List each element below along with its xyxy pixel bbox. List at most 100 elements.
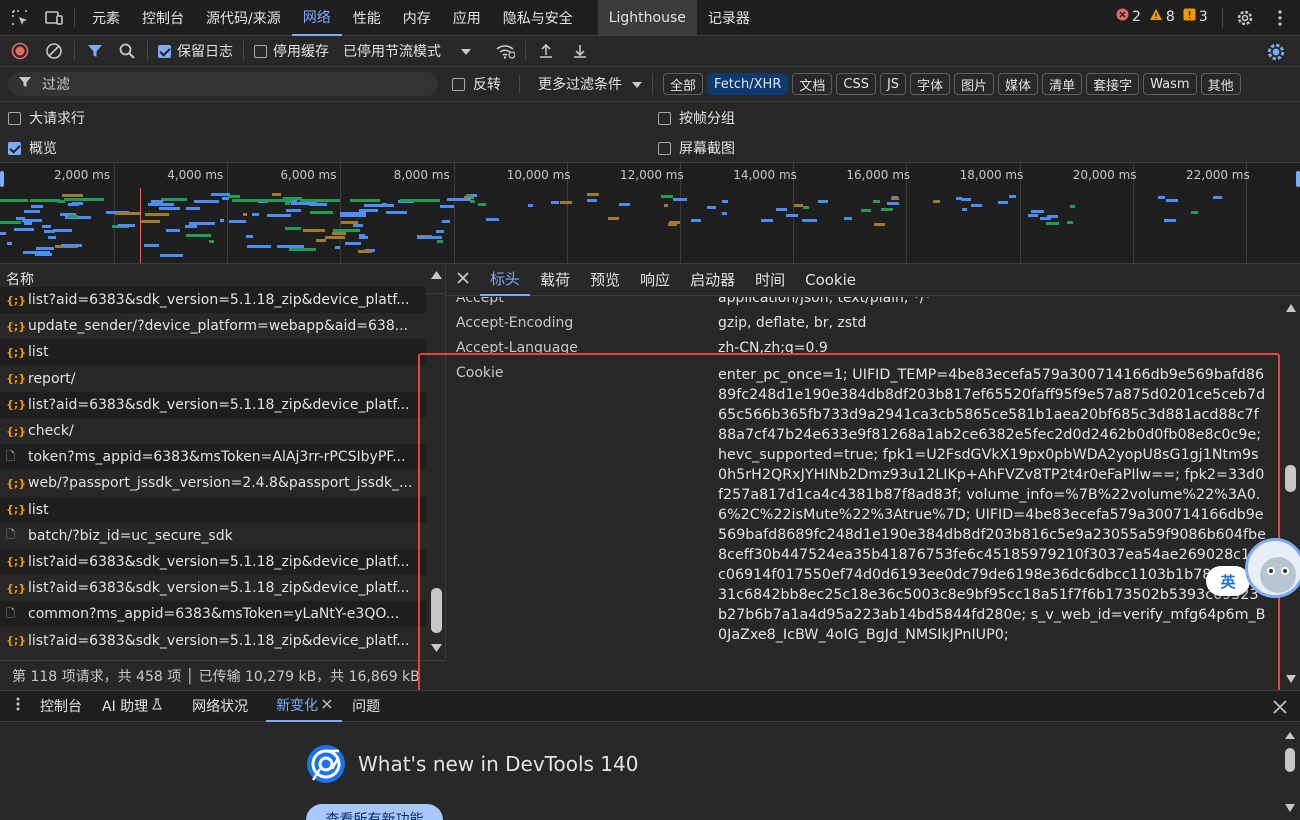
preserve-log-checkbox[interactable]: 保留日志 — [158, 41, 233, 61]
filter-chip[interactable]: Fetch/XHR — [707, 73, 789, 95]
throttle-select[interactable]: 已停用节流模式 — [343, 41, 485, 61]
group-by-frame-checkbox[interactable]: 按帧分组 — [658, 108, 735, 128]
tab-payload[interactable]: 载荷 — [530, 264, 580, 296]
request-row[interactable]: 🗋 common?ms_appid=6383&msToken=yLaNtY-e3Q… — [0, 601, 426, 628]
search-icon[interactable] — [117, 41, 137, 61]
invert-checkbox[interactable]: 反转 — [452, 74, 501, 94]
filter-chip[interactable]: 清单 — [1042, 73, 1083, 95]
ime-language-indicator[interactable]: 英 — [1206, 566, 1250, 596]
assistant-avatar[interactable] — [1245, 538, 1300, 598]
drawer-tab-ai-assistance[interactable]: AI 助理 — [92, 690, 172, 722]
filter-chip[interactable]: CSS — [836, 73, 876, 95]
drawer-scrollbar[interactable] — [1282, 726, 1300, 820]
drawer-tab-whats-new[interactable]: 新变化 — [266, 690, 343, 722]
drawer-tab-network-conditions[interactable]: 网络状况 — [182, 690, 258, 722]
drawer-menu-kebab-icon[interactable] — [16, 697, 20, 715]
tab-response[interactable]: 响应 — [630, 264, 680, 296]
checkbox-unchecked[interactable] — [8, 111, 21, 125]
checkbox-unchecked[interactable] — [452, 77, 465, 91]
disable-cache-checkbox[interactable]: 停用缓存 — [254, 41, 329, 61]
filter-chip[interactable]: 全部 — [663, 73, 704, 95]
tab-console[interactable]: 控制台 — [131, 0, 195, 36]
tab-application[interactable]: 应用 — [442, 0, 492, 36]
request-row[interactable]: {;} list — [0, 339, 426, 366]
tab-headers[interactable]: 标头 — [480, 264, 531, 296]
device-toolbar-icon[interactable] — [44, 8, 64, 28]
checkbox-unchecked[interactable] — [254, 44, 267, 58]
request-row[interactable]: {;} check/ — [0, 418, 426, 444]
xhr-braces-icon: {;} — [6, 581, 27, 595]
import-har-upload-icon[interactable] — [536, 41, 556, 61]
filter-funnel-icon[interactable] — [85, 41, 105, 61]
warning-count[interactable]: 8 — [1149, 8, 1175, 25]
request-row[interactable]: {;} report/ — [0, 366, 426, 392]
resource-type-filters: 全部 Fetch/XHR 文档 CSS JS 字体 图片 媒体 清单 套接字 Wasm 其他 — [663, 73, 1245, 95]
tab-elements[interactable]: 元素 — [81, 0, 131, 36]
clear-icon[interactable] — [44, 41, 64, 61]
request-row[interactable]: 🗋 token?ms_appid=6383&msToken=AlAj3rr-rPC… — [0, 444, 426, 471]
close-tab-icon[interactable] — [322, 697, 332, 713]
checkbox-checked[interactable] — [158, 44, 171, 58]
export-har-download-icon[interactable] — [570, 41, 590, 61]
screenshots-checkbox[interactable]: 屏幕截图 — [658, 138, 735, 158]
request-row[interactable]: {;} update_sender/?device_platform=webapp… — [0, 313, 426, 339]
details-scrollbar[interactable] — [1282, 297, 1300, 690]
tab-preview[interactable]: 预览 — [580, 264, 630, 296]
tab-sources[interactable]: 源代码/来源 — [195, 0, 292, 36]
drawer-tab-issues[interactable]: 问题 — [342, 690, 390, 722]
timeline-tick-label: 12,000 ms — [620, 168, 684, 182]
tab-timing[interactable]: 时间 — [745, 264, 795, 296]
more-filters-dropdown[interactable]: 更多过滤条件 — [538, 74, 642, 94]
request-row[interactable]: {;} list?aid=6383&sdk_version=5.1.18_zip&… — [0, 627, 426, 653]
tab-recorder[interactable]: 记录器 — [697, 0, 761, 36]
settings-gear-icon[interactable] — [1235, 8, 1255, 28]
filter-chip[interactable]: 图片 — [954, 73, 995, 95]
timeline-left-handle[interactable] — [0, 171, 4, 187]
drawer-tab-console[interactable]: 控制台 — [30, 690, 92, 722]
checkbox-unchecked[interactable] — [658, 111, 671, 125]
network-conditions-wifi-icon[interactable] — [495, 41, 515, 61]
request-row[interactable]: 🗋 batch/?biz_id=uc_secure_sdk — [0, 523, 426, 549]
tab-cookies[interactable]: Cookie — [795, 264, 866, 296]
timeline-request-bar — [802, 206, 810, 210]
issue-counters[interactable]: 2 8 3 — [1116, 8, 1208, 25]
close-drawer-icon[interactable] — [1273, 700, 1287, 718]
request-row[interactable]: {;} list?aid=6383&sdk_version=5.1.18_zip&… — [0, 548, 426, 576]
filter-chip[interactable]: 媒体 — [998, 73, 1039, 95]
request-name: batch/?biz_id=uc_secure_sdk — [28, 527, 233, 544]
request-row[interactable]: {;} list?aid=6383&sdk_version=5.1.18_zip&… — [0, 575, 426, 601]
inspect-element-icon[interactable] — [10, 8, 30, 28]
tab-performance[interactable]: 性能 — [342, 0, 392, 36]
close-icon[interactable] — [456, 271, 470, 289]
tab-network[interactable]: 网络 — [291, 0, 342, 36]
request-row[interactable]: {;} web/?passport_jssdk_version=2.4.8&pas… — [0, 470, 426, 496]
filter-chip[interactable]: 字体 — [910, 73, 951, 95]
error-count[interactable]: 2 — [1116, 8, 1141, 25]
request-row[interactable]: {;} list?aid=6383&sdk_version=5.1.18_zip&… — [0, 391, 426, 418]
timeline-request-bar — [359, 208, 379, 212]
tab-initiator[interactable]: 启动器 — [680, 264, 745, 296]
filter-chip[interactable]: JS — [879, 73, 907, 95]
filter-chip[interactable]: 套接字 — [1086, 73, 1140, 95]
more-options-kebab-icon[interactable] — [1270, 8, 1290, 28]
request-row[interactable]: {;} list — [0, 496, 426, 523]
overview-checkbox[interactable]: 概览 — [8, 138, 57, 158]
network-settings-gear-icon[interactable] — [1266, 42, 1286, 62]
request-row[interactable]: {;} list?aid=6383&sdk_version=5.1.18_zip&… — [0, 287, 426, 314]
tab-lighthouse[interactable]: Lighthouse — [597, 0, 697, 36]
filter-chip[interactable]: 文档 — [792, 73, 833, 95]
filter-input[interactable]: 过滤 — [8, 72, 438, 96]
timeline-request-bar — [1027, 213, 1038, 217]
see-all-features-button[interactable]: 查看所有新功能 — [306, 804, 443, 820]
network-overview-timeline[interactable]: 2,000 ms 4,000 ms 6,000 ms 8,000 ms 10,000 m… — [0, 162, 1300, 264]
checkbox-unchecked[interactable] — [658, 141, 671, 155]
info-count[interactable]: 3 — [1183, 8, 1208, 25]
filter-chip[interactable]: 其他 — [1200, 73, 1241, 95]
timeline-right-handle[interactable] — [1296, 171, 1300, 187]
filter-chip[interactable]: Wasm — [1143, 73, 1197, 95]
tab-privacy-security[interactable]: 隐私与安全 — [492, 0, 584, 36]
stop-recording-icon[interactable] — [10, 41, 30, 61]
checkbox-checked[interactable] — [8, 141, 21, 155]
tab-memory[interactable]: 内存 — [392, 0, 442, 36]
big-request-rows-checkbox[interactable]: 大请求行 — [8, 108, 85, 128]
